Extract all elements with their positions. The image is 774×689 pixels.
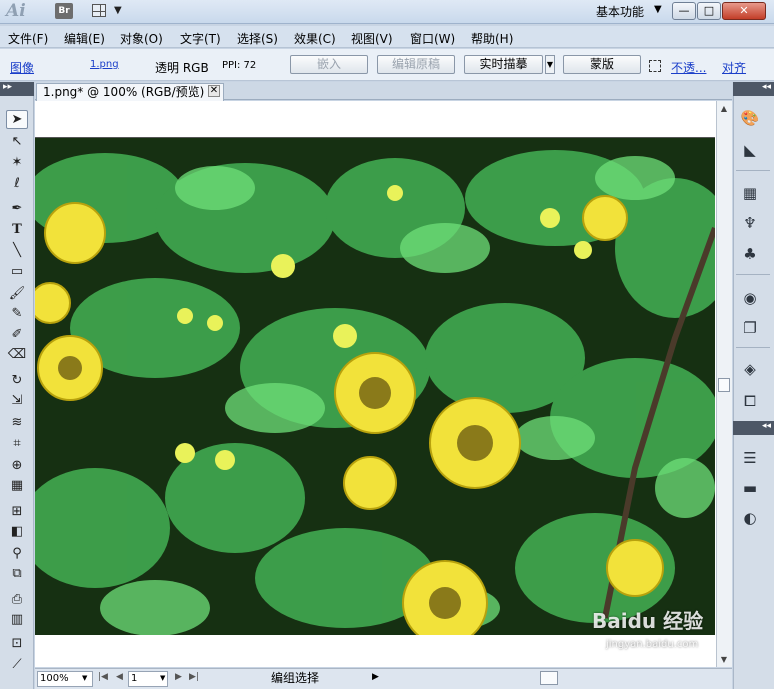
bridge-button[interactable]: Br	[55, 3, 73, 19]
menu-effect[interactable]: 效果(C)	[294, 30, 336, 47]
warp-tool[interactable]: ≋	[6, 413, 28, 432]
rotate-tool[interactable]: ↻	[6, 371, 28, 390]
first-artboard-icon[interactable]: |◀	[98, 672, 108, 682]
type-tool[interactable]: T	[6, 220, 28, 239]
dock-divider	[736, 347, 770, 348]
crop-marks-icon[interactable]	[649, 60, 661, 72]
gradient-icon[interactable]: ▬	[738, 477, 762, 499]
graphic-styles-icon[interactable]: ❐	[738, 317, 762, 339]
pen-tool[interactable]: ✒	[6, 199, 28, 218]
menu-file[interactable]: 文件(F)	[8, 30, 48, 47]
grid-icon	[92, 4, 106, 17]
artboard-tool[interactable]: ⊡	[6, 634, 28, 653]
document-tab[interactable]: 1.png* @ 100% (RGB/预览)	[36, 83, 224, 101]
line-tool[interactable]: ╲	[6, 241, 28, 260]
color-icon[interactable]: 🎨	[738, 107, 762, 129]
app-logo: Ai	[6, 1, 26, 21]
symbols-icon[interactable]: ♣	[738, 243, 762, 265]
right-panel-dock	[733, 82, 774, 689]
mesh-tool[interactable]: ⊞	[6, 502, 28, 521]
file-name-link[interactable]: 1.png	[90, 59, 119, 70]
direct-selection-tool[interactable]: ↖	[6, 132, 28, 151]
collapse-icon[interactable]: ▸▸	[3, 82, 12, 92]
scale-tool[interactable]: ⇲	[6, 391, 28, 410]
chevron-down-icon[interactable]: ▼	[654, 4, 662, 15]
magic-wand-tool[interactable]: ✶	[6, 153, 28, 172]
flower-painting-image	[35, 138, 715, 635]
blob-brush-tool[interactable]: ✐	[6, 325, 28, 344]
opacity-link[interactable]: 不透...	[671, 59, 706, 76]
watermark-logo: Baidu 经验	[592, 609, 704, 633]
perspective-grid-tool[interactable]: ▦	[6, 476, 28, 495]
live-trace-button[interactable]: 实时描摹	[464, 55, 543, 74]
previous-artboard-icon[interactable]: ◀	[116, 672, 123, 682]
dock-header[interactable]: ◂◂	[733, 82, 774, 96]
chevron-down-icon[interactable]: ▼	[160, 674, 165, 682]
gradient-tool[interactable]: ◧	[6, 522, 28, 541]
tracing-options-dropdown[interactable]: ▼	[545, 55, 555, 74]
menu-select[interactable]: 选择(S)	[237, 30, 278, 47]
expand-icon[interactable]: ◂◂	[762, 421, 771, 431]
shape-builder-tool[interactable]: ⊕	[6, 456, 28, 475]
close-icon[interactable]: ✕	[208, 85, 220, 97]
slice-tool[interactable]: ⟋	[6, 655, 28, 674]
menu-object[interactable]: 对象(O)	[120, 30, 163, 47]
maximize-button[interactable]: □	[697, 2, 721, 20]
next-artboard-icon[interactable]: ▶	[175, 672, 182, 682]
menu-help[interactable]: 帮助(H)	[471, 30, 513, 47]
edit-original-button[interactable]: 编辑原稿	[377, 55, 455, 74]
symbol-sprayer-tool[interactable]: ⎙	[6, 590, 28, 609]
color-guide-icon[interactable]: ◣	[738, 139, 762, 161]
artboards-icon[interactable]: ⧠	[738, 390, 762, 412]
swatches-icon[interactable]: ▦	[738, 182, 762, 204]
menu-edit[interactable]: 编辑(E)	[64, 30, 105, 47]
horizontal-scroll-thumb[interactable]	[540, 671, 558, 685]
dock-header[interactable]: ◂◂	[733, 421, 774, 435]
paintbrush-tool[interactable]: 🖌	[6, 284, 28, 303]
selection-tool[interactable]: ➤	[6, 110, 28, 129]
layers-icon[interactable]: ◈	[738, 358, 762, 380]
mask-button[interactable]: 蒙版	[563, 55, 641, 74]
status-menu-icon[interactable]: ▶	[372, 672, 379, 682]
menu-view[interactable]: 视图(V)	[351, 30, 393, 47]
workspace-switcher[interactable]: 基本功能	[596, 3, 644, 20]
ppi-label: PPI: 72	[222, 60, 257, 71]
scroll-up-icon[interactable]: ▲	[716, 101, 732, 117]
column-graph-tool[interactable]: ▥	[6, 610, 28, 629]
last-artboard-icon[interactable]: ▶|	[189, 672, 199, 682]
object-type-link[interactable]: 图像	[10, 59, 34, 76]
appearance-icon[interactable]: ◉	[738, 287, 762, 309]
menu-type[interactable]: 文字(T)	[180, 30, 221, 47]
dock-divider	[736, 170, 770, 171]
blend-tool[interactable]: ⧉	[6, 564, 28, 583]
rectangle-tool[interactable]: ▭	[6, 262, 28, 281]
eraser-tool[interactable]: ⌫	[6, 345, 28, 364]
chevron-down-icon: ▼	[114, 5, 122, 16]
dock-divider	[736, 274, 770, 275]
tools-panel-header[interactable]: ▸▸	[0, 82, 34, 96]
minimize-button[interactable]: —	[672, 2, 696, 20]
pencil-tool[interactable]: ✎	[6, 304, 28, 323]
embed-button[interactable]: 嵌入	[290, 55, 368, 74]
align-link[interactable]: 对齐	[722, 59, 746, 76]
lasso-tool[interactable]: ℓ	[6, 174, 28, 193]
color-mode-label: 透明 RGB	[155, 61, 209, 75]
brushes-icon[interactable]: ♆	[738, 212, 762, 234]
placed-image[interactable]	[35, 137, 715, 635]
vertical-scroll-thumb[interactable]	[718, 378, 730, 392]
close-window-button[interactable]: ✕	[722, 2, 766, 20]
status-text[interactable]: 编组选择	[205, 671, 385, 687]
eyedropper-tool[interactable]: ⚲	[6, 544, 28, 563]
stroke-icon[interactable]: ☰	[738, 447, 762, 469]
expand-icon[interactable]: ◂◂	[762, 82, 771, 92]
free-transform-tool[interactable]: ⌗	[6, 434, 28, 453]
arrange-documents-button[interactable]: ▼	[92, 3, 125, 19]
chevron-down-icon[interactable]: ▼	[82, 674, 87, 682]
watermark-url: jingyan.baidu.com	[606, 639, 699, 650]
watermark: Baidu 经验 jingyan.baidu.com	[592, 605, 742, 665]
menu-window[interactable]: 窗口(W)	[410, 30, 455, 47]
transparency-icon[interactable]: ◐	[738, 507, 762, 529]
